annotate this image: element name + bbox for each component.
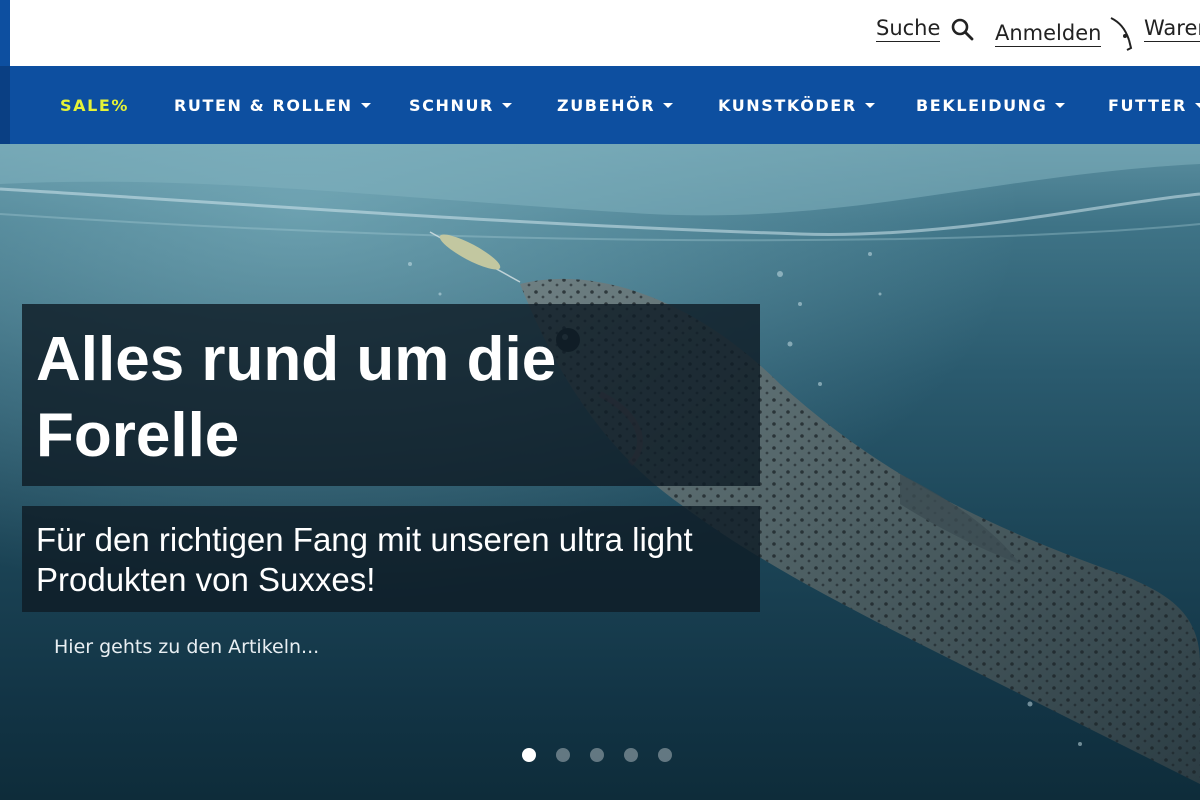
- top-utility-bar: Suche Anmelden Waren: [0, 0, 1200, 66]
- left-accent-bar: [0, 0, 10, 66]
- slider-dot-5[interactable]: [658, 748, 672, 762]
- slider-dot-4[interactable]: [624, 748, 638, 762]
- hero-title: Alles rund um die Forelle: [22, 304, 760, 486]
- search-label: Suche: [876, 16, 941, 42]
- login-label: Anmelden: [995, 21, 1102, 47]
- caret-down-icon: [663, 102, 674, 108]
- nav-item-label: ZUBEHÖR: [557, 95, 656, 115]
- slider-dot-2[interactable]: [556, 748, 570, 762]
- hero-subtitle: Für den richtigen Fang mit unseren ultra…: [22, 506, 760, 612]
- nav-item-label: RUTEN & ROLLEN: [174, 95, 353, 115]
- login-button[interactable]: Anmelden: [995, 16, 1135, 52]
- nav-item-kunstkoeder[interactable]: KUNSTKÖDER: [718, 66, 875, 144]
- slider-pagination: [522, 748, 672, 762]
- caret-down-icon: [501, 102, 512, 108]
- cart-label: Waren: [1144, 16, 1200, 42]
- caret-down-icon: [1055, 102, 1066, 108]
- nav-item-label: KUNSTKÖDER: [718, 95, 857, 115]
- caret-down-icon: [1194, 102, 1200, 108]
- slider-dot-3[interactable]: [590, 748, 604, 762]
- nav-item-ruten-rollen[interactable]: RUTEN & ROLLEN: [174, 66, 371, 144]
- slider-dot-1[interactable]: [522, 748, 536, 762]
- nav-item-futter[interactable]: FUTTER: [1108, 66, 1200, 144]
- nav-item-zubehoer[interactable]: ZUBEHÖR: [557, 66, 674, 144]
- nav-item-label: SALE%: [60, 95, 130, 115]
- cart-button[interactable]: Waren: [1144, 16, 1200, 42]
- search-button[interactable]: Suche: [876, 16, 974, 42]
- nav-item-label: BEKLEIDUNG: [916, 95, 1048, 115]
- caret-down-icon: [360, 102, 371, 108]
- fishing-rod-icon: [1110, 17, 1133, 51]
- main-navigation: SALE% RUTEN & ROLLEN SCHNUR ZUBEHÖR KUNS…: [0, 66, 1200, 170]
- nav-item-label: FUTTER: [1108, 95, 1187, 115]
- hero-slider[interactable]: Alles rund um die Forelle Für den richti…: [0, 144, 1200, 800]
- search-icon: [952, 18, 974, 41]
- caret-down-icon: [864, 102, 875, 108]
- nav-item-bekleidung[interactable]: BEKLEIDUNG: [916, 66, 1066, 144]
- nav-item-sale[interactable]: SALE%: [60, 66, 129, 144]
- nav-item-schnur[interactable]: SCHNUR: [409, 66, 512, 144]
- hero-articles-link[interactable]: Hier gehts zu den Artikeln...: [54, 636, 319, 658]
- nav-item-label: SCHNUR: [409, 95, 494, 115]
